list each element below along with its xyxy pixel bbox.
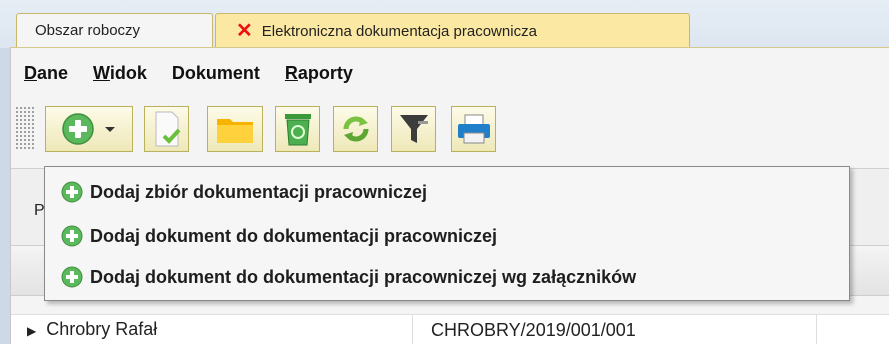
add-icon [61, 266, 83, 288]
add-icon [62, 113, 94, 145]
menu-dane[interactable]: Dane [24, 63, 68, 84]
add-icon [61, 225, 83, 247]
empty-cell [816, 315, 817, 344]
menu-item-add-collection[interactable]: Dodaj zbiór dokumentacji pracowniczej [61, 177, 427, 207]
toolbar [11, 100, 889, 158]
delete-button[interactable] [275, 106, 320, 152]
tab-electronic-documentation[interactable]: ✕ Elektroniczna dokumentacja pracownicza [215, 13, 690, 48]
menu-item-add-document-by-attachments[interactable]: Dodaj dokument do dokumentacji pracownic… [61, 262, 636, 292]
recycle-bin-icon [284, 114, 311, 146]
tab-workspace[interactable]: Obszar roboczy [16, 13, 213, 47]
add-icon [61, 181, 83, 203]
menu-item-label: Dodaj zbiór dokumentacji pracowniczej [90, 181, 428, 202]
menu-item-label: Dodaj dokument do dokumentacji pracownic… [90, 225, 498, 246]
menu-item-label: Dodaj dokument do dokumentacji pracownic… [90, 266, 637, 287]
chevron-down-icon [105, 127, 115, 132]
toolbar-grip[interactable] [15, 106, 35, 151]
menu-dokument[interactable]: Dokument [172, 63, 260, 84]
filter-button[interactable] [391, 106, 436, 152]
menu-widok[interactable]: Widok [93, 63, 147, 84]
folder-icon [217, 119, 253, 143]
close-icon[interactable]: ✕ [236, 21, 253, 41]
menu-bar: Dane Widok Dokument Raporty [11, 48, 889, 98]
add-dropdown-menu: Dodaj zbiór dokumentacji pracowniczej Do… [44, 166, 850, 301]
tab-strip: Obszar roboczy ✕ Elektroniczna dokumenta… [0, 0, 889, 48]
open-folder-button[interactable] [207, 106, 263, 152]
menu-raporty[interactable]: Raporty [285, 63, 353, 84]
approve-document-button[interactable] [144, 106, 189, 152]
print-icon [457, 114, 490, 144]
document-number-cell: CHROBRY/2019/001/001 [412, 315, 636, 344]
tab-electronic-documentation-label: Elektroniczna dokumentacja pracownicza [261, 22, 537, 40]
refresh-button[interactable] [333, 106, 378, 152]
document-approve-icon [155, 111, 180, 147]
menu-item-add-document[interactable]: Dodaj dokument do dokumentacji pracownic… [61, 221, 497, 251]
employee-name-cell: ▶ Chrobry Rafał [27, 319, 158, 339]
filter-icon [399, 115, 428, 143]
add-button[interactable] [45, 106, 133, 152]
refresh-icon [343, 116, 368, 142]
print-button[interactable] [451, 106, 496, 152]
tab-workspace-label: Obszar roboczy [35, 22, 141, 39]
table-row[interactable]: ▶ Chrobry Rafał CHROBRY/2019/001/001 [11, 314, 889, 344]
expand-arrow-icon[interactable]: ▶ [27, 324, 36, 338]
